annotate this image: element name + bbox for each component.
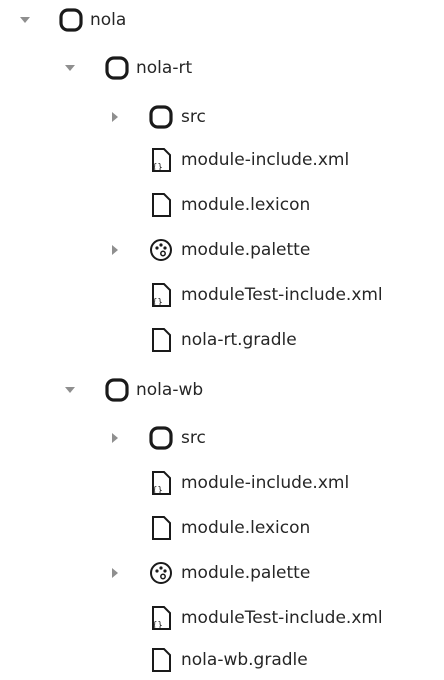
tree-row-moduletest-include-xml[interactable]: {} moduleTest-include.xml <box>0 598 444 638</box>
tree-row-module-palette[interactable]: module.palette <box>0 553 360 593</box>
file-icon <box>148 647 174 673</box>
tree-row-module-lexicon[interactable]: module.lexicon <box>0 185 360 225</box>
folder-icon <box>104 377 130 403</box>
tree-row-nola-wb[interactable]: nola-wb <box>0 370 220 410</box>
xml-file-icon: {} <box>148 282 174 308</box>
chevron-right-icon[interactable] <box>109 111 121 123</box>
svg-text:{}: {} <box>152 298 163 308</box>
svg-text:{}: {} <box>152 621 163 631</box>
tree-item-label: nola <box>90 10 127 30</box>
xml-file-icon: {} <box>148 147 174 173</box>
tree-row-nola-rt[interactable]: nola-rt <box>0 48 220 88</box>
tree-item-label: module.palette <box>181 240 311 260</box>
tree-row-module-lexicon[interactable]: module.lexicon <box>0 508 360 548</box>
tree-item-label: moduleTest-include.xml <box>181 608 383 628</box>
tree-row-src[interactable]: src <box>0 418 260 458</box>
chevron-down-icon[interactable] <box>64 62 76 74</box>
tree-item-label: module.lexicon <box>181 518 311 538</box>
tree-item-label: src <box>181 428 206 448</box>
svg-text:{}: {} <box>152 486 163 496</box>
xml-file-icon: {} <box>148 605 174 631</box>
chevron-down-icon[interactable] <box>19 14 31 26</box>
tree-row-moduletest-include-xml[interactable]: {} moduleTest-include.xml <box>0 275 444 315</box>
tree-row-module-palette[interactable]: module.palette <box>0 230 360 270</box>
folder-icon <box>148 425 174 451</box>
tree-row-module-include-xml[interactable]: {} module-include.xml <box>0 140 400 180</box>
folder-icon <box>148 104 174 130</box>
tree-row-module-include-xml[interactable]: {} module-include.xml <box>0 463 400 503</box>
tree-row-nola-rt-gradle[interactable]: nola-rt.gradle <box>0 320 360 360</box>
tree-item-label: module.palette <box>181 563 311 583</box>
palette-icon <box>148 560 174 586</box>
tree-row-nola[interactable]: nola <box>0 0 160 40</box>
tree-item-label: nola-wb.gradle <box>181 650 308 670</box>
file-icon <box>148 515 174 541</box>
tree-item-label: moduleTest-include.xml <box>181 285 383 305</box>
xml-file-icon: {} <box>148 470 174 496</box>
tree-item-label: src <box>181 107 206 127</box>
tree-item-label: module.lexicon <box>181 195 311 215</box>
folder-icon <box>104 55 130 81</box>
svg-text:{}: {} <box>152 163 163 173</box>
tree-item-label: module-include.xml <box>181 473 350 493</box>
file-tree: nola nola-rt src {} module-include.xml m… <box>0 0 444 680</box>
chevron-down-icon[interactable] <box>64 384 76 396</box>
tree-item-label: nola-rt.gradle <box>181 330 297 350</box>
tree-row-nola-wb-gradle[interactable]: nola-wb.gradle <box>0 640 360 680</box>
tree-item-label: module-include.xml <box>181 150 350 170</box>
chevron-right-icon[interactable] <box>109 432 121 444</box>
palette-icon <box>148 237 174 263</box>
chevron-right-icon[interactable] <box>109 244 121 256</box>
tree-row-src[interactable]: src <box>0 97 260 137</box>
tree-item-label: nola-rt <box>136 58 193 78</box>
folder-icon <box>58 7 84 33</box>
chevron-right-icon[interactable] <box>109 567 121 579</box>
file-icon <box>148 192 174 218</box>
tree-item-label: nola-wb <box>136 380 204 400</box>
file-icon <box>148 327 174 353</box>
